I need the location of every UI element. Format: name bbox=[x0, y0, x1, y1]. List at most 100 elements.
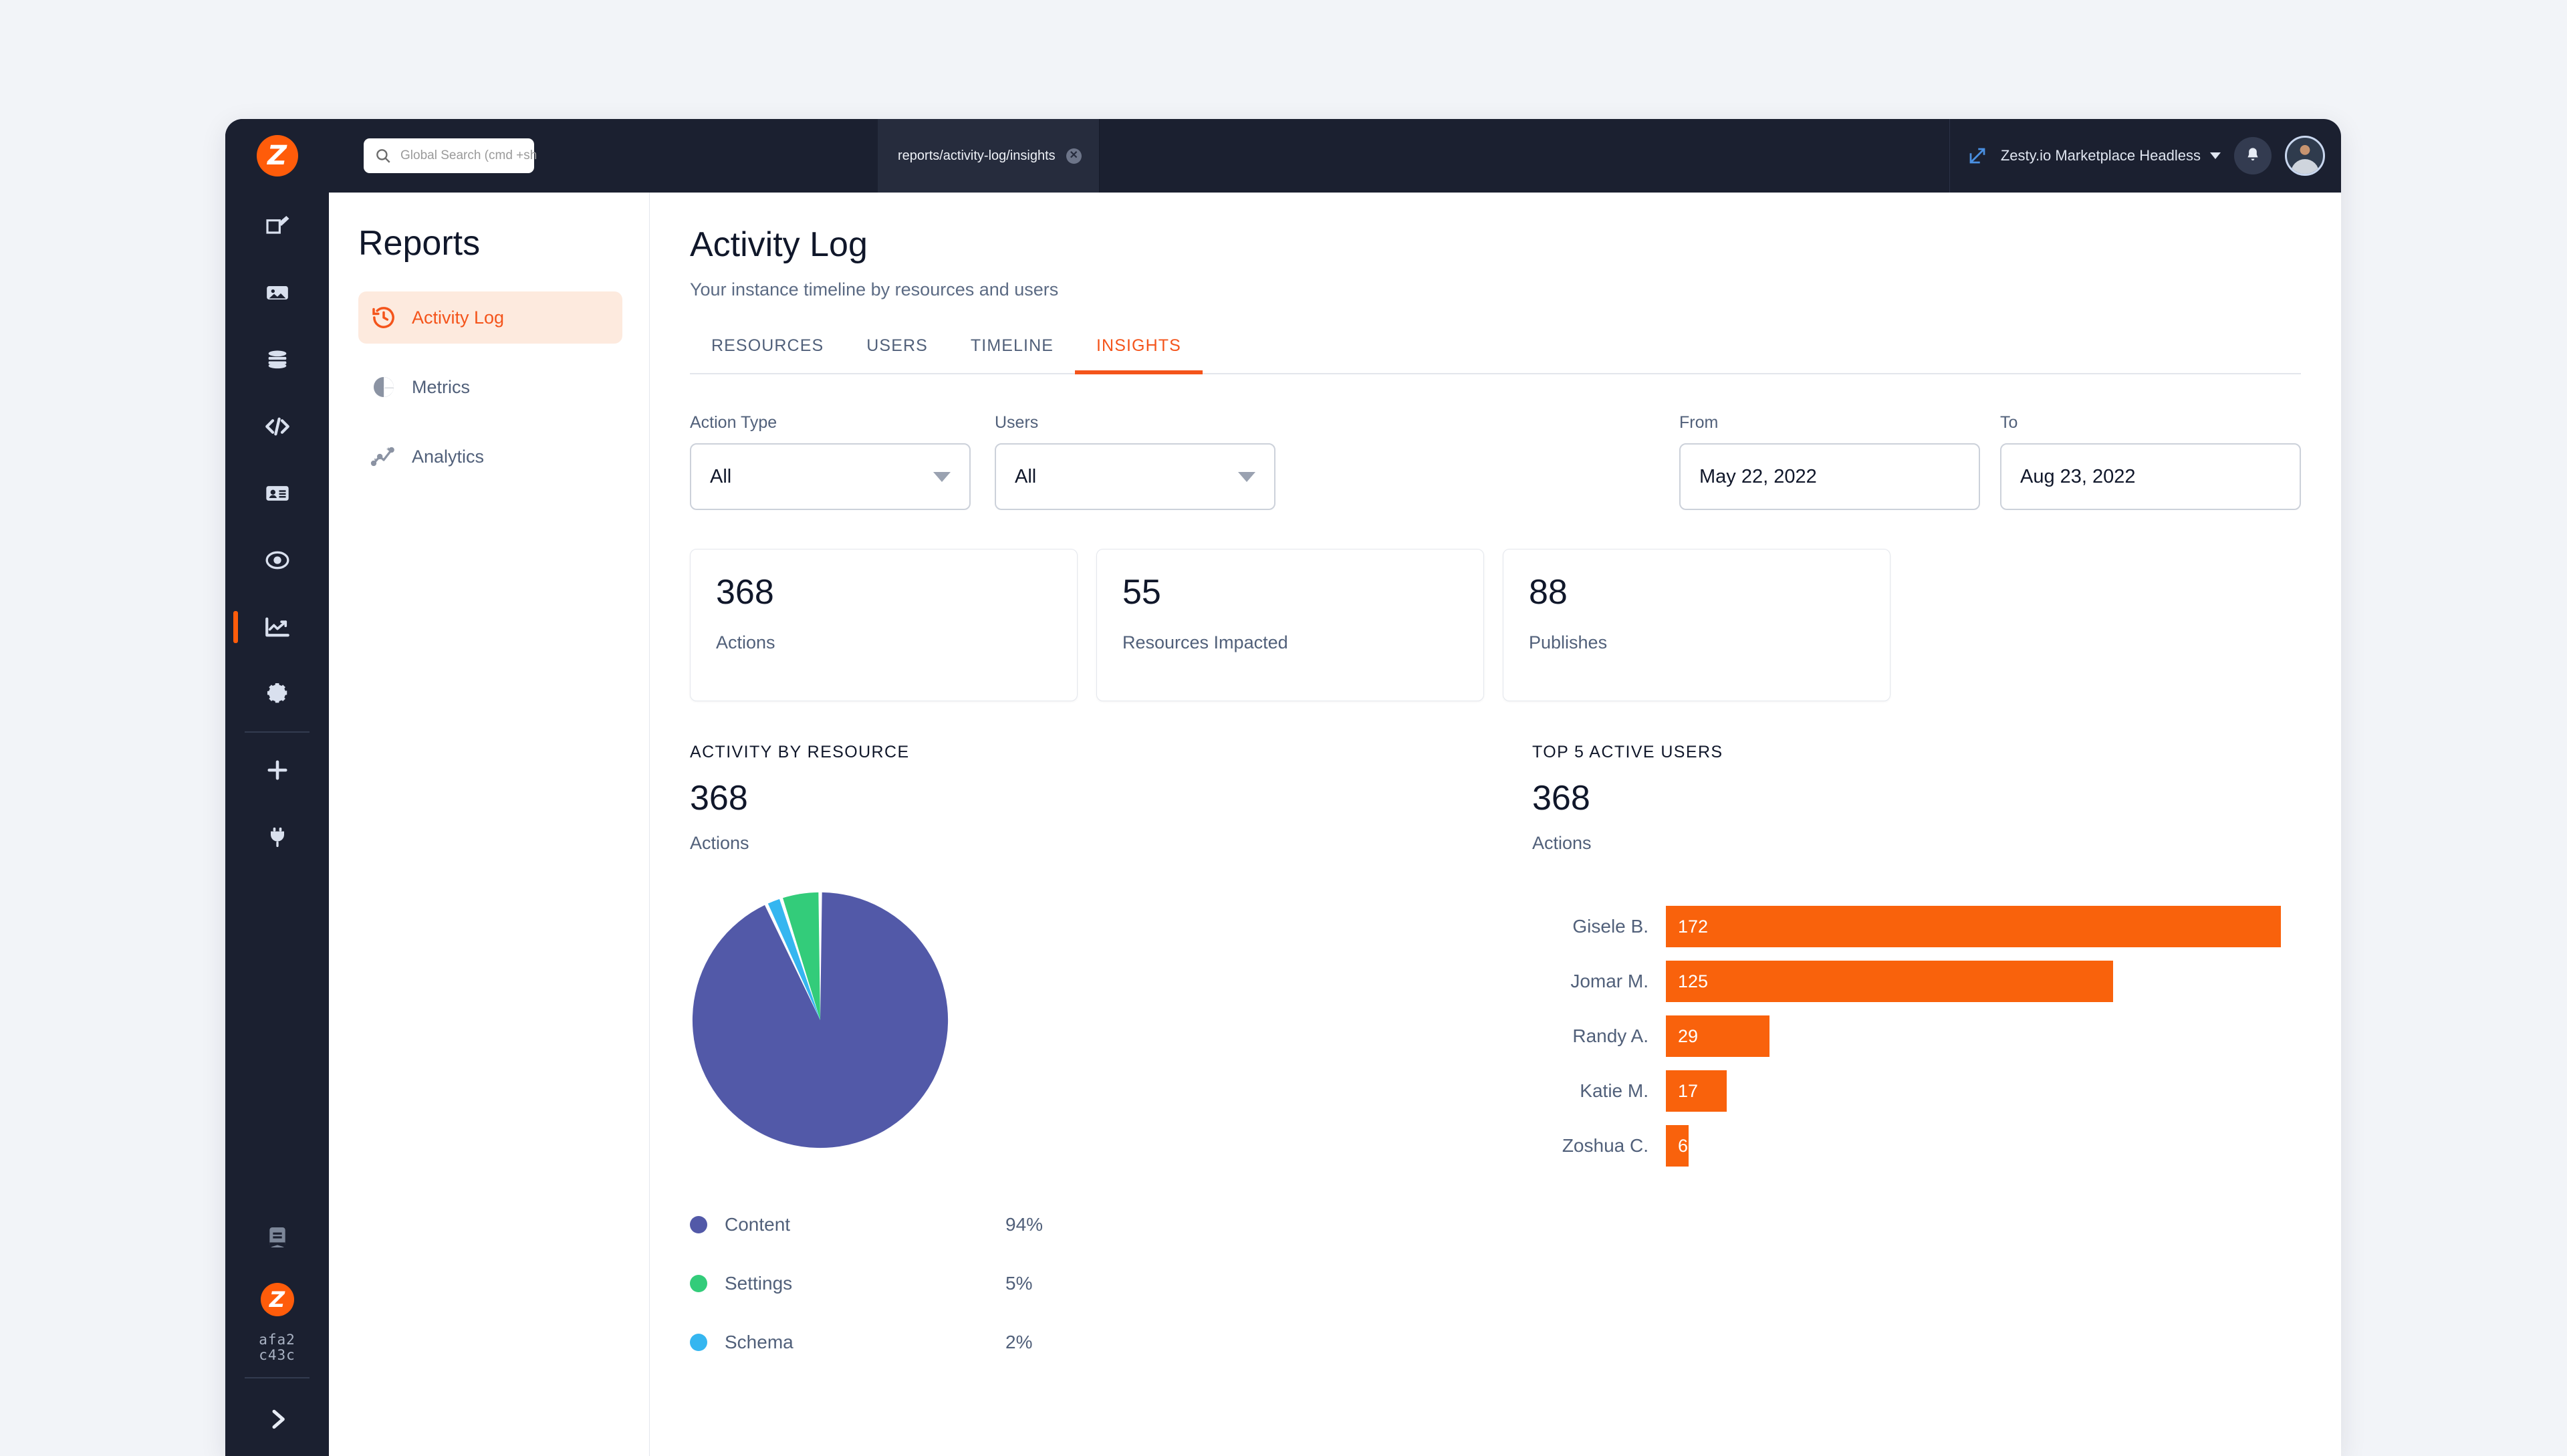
rail-zesty-logo[interactable]: Z bbox=[225, 1271, 329, 1328]
tab-strip: reports/activity-log/insights ✕ bbox=[552, 119, 1100, 193]
sidebar-item-label: Activity Log bbox=[412, 307, 505, 328]
sidebar-item-reports[interactable] bbox=[225, 594, 329, 660]
sidebar-item-content[interactable] bbox=[225, 193, 329, 259]
zesty-logo-icon[interactable]: Z bbox=[256, 135, 298, 176]
section-total-label: Actions bbox=[690, 833, 749, 853]
plus-icon bbox=[267, 760, 287, 780]
filter-bar: Action Type All Users All From May 22, 2… bbox=[690, 413, 2301, 510]
stat-card-resources-impacted: 55 Resources Impacted bbox=[1096, 549, 1484, 701]
legend-color-dot bbox=[690, 1216, 707, 1233]
legend-label: Content bbox=[725, 1214, 791, 1235]
sidebar-item-media[interactable] bbox=[225, 259, 329, 326]
sidebar-item-code[interactable] bbox=[225, 393, 329, 460]
from-date-input[interactable]: May 22, 2022 bbox=[1679, 443, 1980, 510]
main-content: Activity Log Your instance timeline by r… bbox=[650, 193, 2341, 1456]
notifications-button[interactable] bbox=[2234, 137, 2272, 174]
rail-divider bbox=[245, 731, 310, 733]
section-caption: TOP 5 ACTIVE USERS bbox=[1532, 743, 1723, 761]
bar[interactable]: 172 bbox=[1666, 906, 2281, 947]
bar[interactable]: 17 bbox=[1666, 1070, 1727, 1112]
users-select[interactable]: All bbox=[995, 443, 1275, 510]
to-date-value: Aug 23, 2022 bbox=[2020, 465, 2136, 487]
stat-value: 88 bbox=[1529, 573, 1568, 612]
tab-users[interactable]: USERS bbox=[845, 336, 949, 373]
sidebar-item-leads[interactable] bbox=[225, 460, 329, 527]
sidebar-item-metrics[interactable]: Metrics bbox=[358, 361, 622, 413]
tab-resources[interactable]: RESOURCES bbox=[690, 336, 845, 373]
bar-category-label: Gisele B. bbox=[1572, 916, 1648, 937]
legend-item[interactable]: Content 94% bbox=[690, 1195, 1532, 1254]
bar-row: Jomar M. 125 bbox=[1532, 954, 2301, 1009]
id-card-icon bbox=[265, 486, 289, 501]
bar-chart: Gisele B. 172 Jomar M. 125 Randy A. 29 Katie M… bbox=[1532, 899, 2301, 1173]
sidebar-item-analytics[interactable]: Analytics bbox=[358, 431, 622, 483]
avatar[interactable] bbox=[2285, 136, 2325, 176]
browser-tab[interactable]: reports/activity-log/insights ✕ bbox=[878, 119, 1100, 193]
from-date-filter: From May 22, 2022 bbox=[1679, 413, 1980, 510]
sidebar-item-add[interactable] bbox=[225, 737, 329, 804]
to-label: To bbox=[2000, 413, 2018, 432]
bar[interactable]: 125 bbox=[1666, 961, 2113, 1002]
from-label: From bbox=[1679, 413, 1719, 432]
to-date-filter: To Aug 23, 2022 bbox=[2000, 413, 2301, 510]
sidebar-item-settings[interactable] bbox=[225, 660, 329, 727]
legend-value: 2% bbox=[1005, 1332, 1033, 1352]
database-icon bbox=[268, 350, 286, 369]
gear-icon bbox=[267, 683, 287, 703]
rail-divider-bottom bbox=[245, 1377, 310, 1378]
bar-row: Zoshua C. 6 bbox=[1532, 1118, 2301, 1173]
sidebar-item-docs[interactable] bbox=[225, 1204, 329, 1271]
sidebar-item-schema[interactable] bbox=[225, 326, 329, 393]
legend-label: Schema bbox=[725, 1332, 793, 1352]
action-type-filter: Action Type All bbox=[690, 413, 971, 510]
pie-chart-svg[interactable] bbox=[690, 890, 951, 1150]
book-icon bbox=[269, 1227, 285, 1247]
top-active-users-chart: TOP 5 ACTIVE USERS 368 Actions Gisele B.… bbox=[1532, 743, 2301, 1372]
content-tabs: RESOURCES USERS TIMELINE INSIGHTS bbox=[690, 336, 2301, 374]
reports-panel: Reports Activity Log Metrics Analytics bbox=[329, 193, 650, 1456]
stat-label: Actions bbox=[716, 632, 775, 652]
sidebar-item-apps[interactable] bbox=[225, 804, 329, 870]
stat-card-actions: 368 Actions bbox=[690, 549, 1078, 701]
icon-rail: Z afa2 c43c bbox=[225, 193, 329, 1456]
stat-value: 55 bbox=[1122, 573, 1161, 612]
instance-hash-line-2: c43c bbox=[259, 1347, 295, 1364]
close-icon[interactable]: ✕ bbox=[1066, 148, 1082, 164]
section-total-label: Actions bbox=[1532, 833, 1592, 853]
stat-value: 368 bbox=[716, 573, 774, 612]
external-link-icon[interactable] bbox=[1967, 146, 1987, 166]
bar-row: Randy A. 29 bbox=[1532, 1009, 2301, 1064]
action-type-select[interactable]: All bbox=[690, 443, 971, 510]
stat-card-publishes: 88 Publishes bbox=[1503, 549, 1890, 701]
global-search[interactable] bbox=[364, 138, 564, 173]
instance-selector-label[interactable]: Zesty.io Marketplace Headless bbox=[2001, 147, 2201, 164]
pie-chart-icon bbox=[374, 377, 394, 397]
page-title: Activity Log bbox=[690, 225, 868, 264]
tab-label: reports/activity-log/insights bbox=[898, 148, 1056, 163]
expand-sidebar-button[interactable] bbox=[225, 1382, 329, 1456]
action-type-value: All bbox=[710, 465, 732, 487]
pie-slice[interactable] bbox=[692, 892, 949, 1148]
stat-label: Resources Impacted bbox=[1122, 632, 1288, 652]
sidebar-item-seo[interactable] bbox=[225, 527, 329, 594]
legend-label: Settings bbox=[725, 1273, 793, 1294]
sidebar-item-activity-log[interactable]: Activity Log bbox=[358, 291, 622, 344]
stat-label: Publishes bbox=[1529, 632, 1608, 652]
legend-item[interactable]: Settings 5% bbox=[690, 1254, 1532, 1313]
bar[interactable]: 6 bbox=[1666, 1125, 1689, 1167]
bar[interactable]: 29 bbox=[1666, 1015, 1770, 1057]
search-input[interactable] bbox=[400, 148, 564, 163]
chevron-right-icon bbox=[272, 1409, 285, 1429]
action-type-label: Action Type bbox=[690, 413, 777, 432]
to-date-input[interactable]: Aug 23, 2022 bbox=[2000, 443, 2301, 510]
tab-timeline[interactable]: TIMELINE bbox=[949, 336, 1075, 373]
users-label: Users bbox=[995, 413, 1039, 432]
legend-item[interactable]: Schema 2% bbox=[690, 1313, 1532, 1372]
sparkle-trend-icon bbox=[370, 447, 394, 467]
charts-area: ACTIVITY BY RESOURCE 368 Actions Content… bbox=[690, 743, 2301, 1372]
section-caption: ACTIVITY BY RESOURCE bbox=[690, 743, 910, 761]
tab-insights[interactable]: INSIGHTS bbox=[1075, 336, 1203, 374]
top-bar-right: Zesty.io Marketplace Headless bbox=[1949, 119, 2341, 193]
activity-by-resource-chart: ACTIVITY BY RESOURCE 368 Actions Content… bbox=[690, 743, 1532, 1372]
chevron-down-icon[interactable] bbox=[2210, 152, 2221, 159]
